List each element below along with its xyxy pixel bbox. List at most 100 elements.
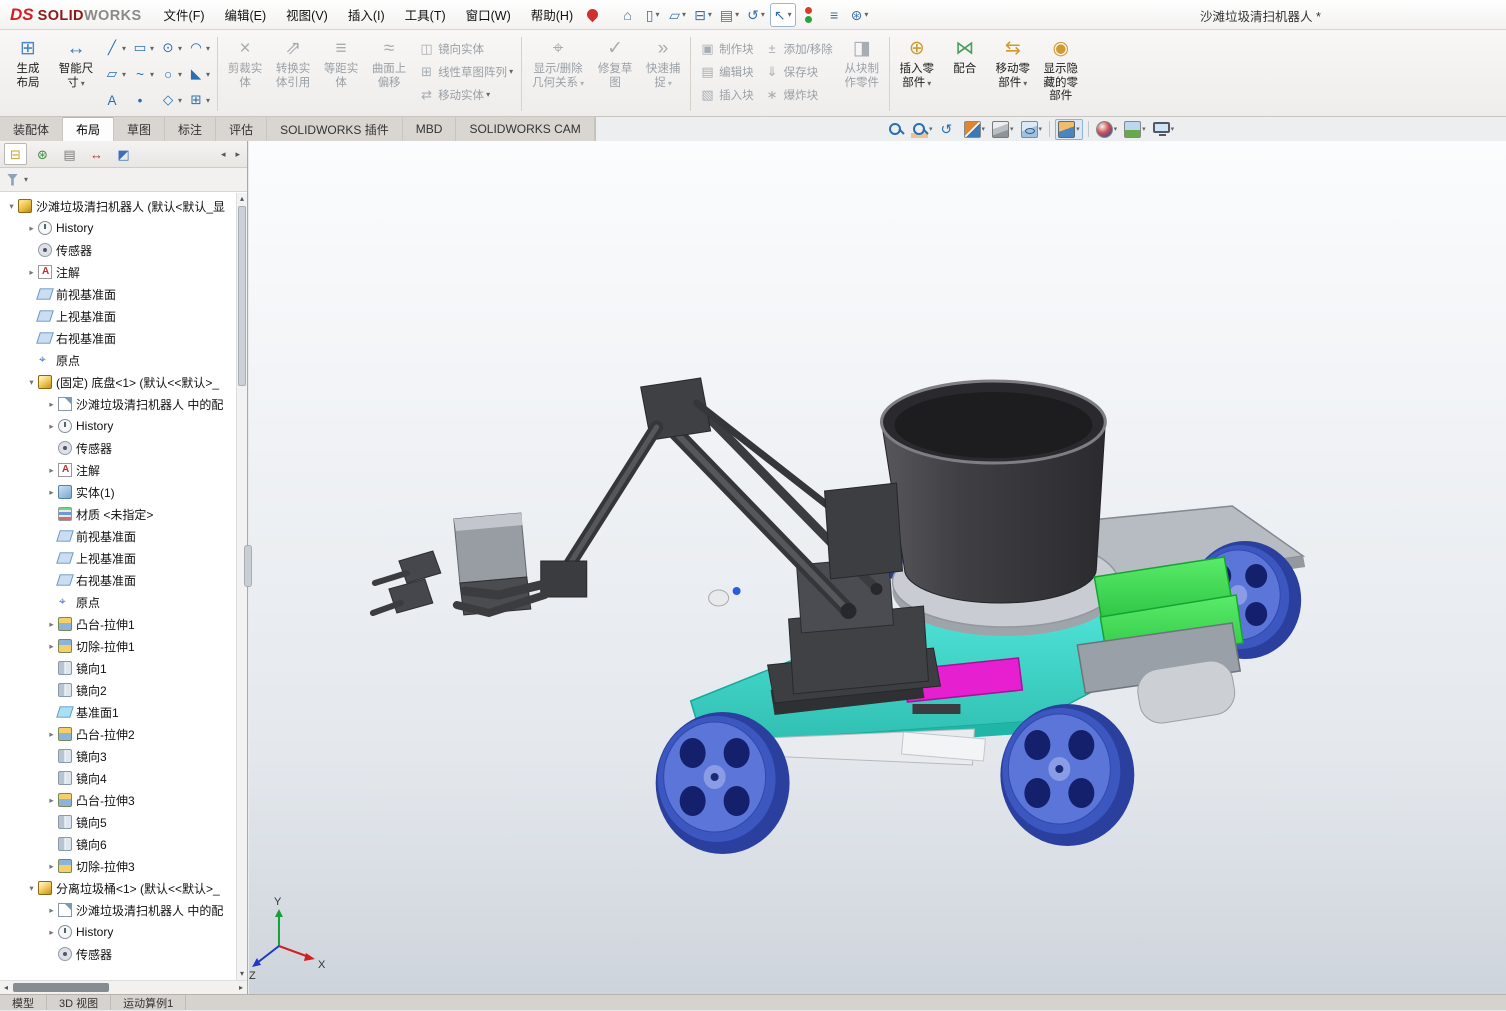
move-entities-button[interactable]: ⇄ 移动实体 ▾ xyxy=(413,83,518,106)
text-tool[interactable]: A xyxy=(102,87,128,113)
scrollbar-thumb[interactable] xyxy=(238,206,246,386)
print-button[interactable]: ▤ ▾ xyxy=(717,3,742,27)
offset-on-surface-button[interactable]: ≈ 曲面上 偏移 xyxy=(365,33,413,115)
previous-view-button[interactable] xyxy=(938,119,959,140)
scroll-left-arrow[interactable]: ◂ xyxy=(0,981,12,995)
tree-item[interactable]: ▸ 切除-拉伸1 xyxy=(0,635,235,657)
fillet-tool[interactable]: ◣ ▾ xyxy=(186,61,212,87)
tree-expander[interactable]: ▸ xyxy=(46,465,57,476)
tree-item[interactable]: 传感器 xyxy=(0,437,235,459)
dropdown-arrow-icon[interactable]: ▾ xyxy=(178,44,182,53)
show-hidden-components-button[interactable]: ◉ 显示隐 藏的零 部件 xyxy=(1037,33,1085,115)
tree-item[interactable]: ▾ 沙滩垃圾清扫机器人 (默认<默认_显 xyxy=(0,195,235,217)
dropdown-arrow-icon[interactable]: ▾ xyxy=(178,70,182,79)
select-tool-button[interactable]: ↖ ▾ xyxy=(770,3,796,27)
configurationmanager-tab[interactable]: ▤ xyxy=(58,143,81,165)
menu-item[interactable]: 帮助(H) xyxy=(521,0,583,29)
tree-item[interactable]: 镜向6 xyxy=(0,833,235,855)
displaymanager-tab[interactable]: ◩ xyxy=(112,143,135,165)
scrollbar-thumb[interactable] xyxy=(13,983,109,992)
wheel-front-left[interactable] xyxy=(656,712,790,854)
tree-item[interactable]: 材质 <未指定> xyxy=(0,503,235,525)
dropdown-arrow-icon[interactable]: ▾ xyxy=(150,70,154,79)
spline-tool[interactable]: ~ ▾ xyxy=(130,61,156,87)
wheel-front-right[interactable] xyxy=(1000,704,1134,846)
tree-expander[interactable]: ▸ xyxy=(46,399,57,410)
rebuild-button[interactable] xyxy=(798,3,821,27)
hide-show-items-button[interactable]: ▾ xyxy=(1019,119,1045,140)
dimxpertmanager-tab[interactable]: ↔ xyxy=(85,143,108,165)
tree-item[interactable]: 前视基准面 xyxy=(0,525,235,547)
line-tool[interactable]: ╱ ▾ xyxy=(102,35,128,61)
menu-item[interactable]: 视图(V) xyxy=(276,0,338,29)
3d-views-tab[interactable]: 3D 视图 xyxy=(47,995,111,1010)
pin-icon[interactable] xyxy=(585,7,601,23)
add-remove-button[interactable]: ± 添加/移除 xyxy=(759,37,838,60)
dropdown-arrow-icon[interactable]: ▾ xyxy=(150,44,154,53)
menu-item[interactable]: 窗口(W) xyxy=(456,0,521,29)
mate-button[interactable]: ⋈ 配合 xyxy=(941,33,989,115)
featuremanager-tab[interactable]: ⊟ xyxy=(4,143,27,165)
tree-item[interactable]: ▸ 凸台-拉伸1 xyxy=(0,613,235,635)
tree-item[interactable]: ▸ 切除-拉伸3 xyxy=(0,855,235,877)
tab-annotation[interactable]: 标注 xyxy=(165,117,216,141)
create-layout-button[interactable]: ⊞ 生成 布局 xyxy=(4,33,52,115)
menu-item[interactable]: 编辑(E) xyxy=(215,0,277,29)
dropdown-arrow-icon[interactable]: ▾ xyxy=(735,10,739,19)
motion-study-tab[interactable]: 运动算例1 xyxy=(111,995,186,1010)
mirror-entities-button[interactable]: ◫ 镜向实体 xyxy=(413,37,518,60)
dropdown-arrow-icon[interactable]: ▾ xyxy=(1142,125,1146,133)
dropdown-arrow-icon[interactable]: ▾ xyxy=(982,125,986,133)
dropdown-arrow-icon[interactable]: ▾ xyxy=(1039,125,1043,133)
dropdown-arrow-icon[interactable]: ▾ xyxy=(206,44,210,53)
tree-item[interactable]: 传感器 xyxy=(0,943,235,965)
zoom-to-fit-button[interactable] xyxy=(885,119,906,140)
dropdown-arrow-icon[interactable]: ▾ xyxy=(1171,125,1175,133)
tree-item[interactable]: ▾ (固定) 底盘<1> (默认<<默认>_ xyxy=(0,371,235,393)
tab-evaluate[interactable]: 评估 xyxy=(216,117,267,141)
tab-addins[interactable]: SOLIDWORKS 插件 xyxy=(267,117,403,141)
view-settings-button[interactable]: ▾ xyxy=(1151,119,1177,140)
repair-sketch-button[interactable]: ✓ 修复草 图 xyxy=(591,33,639,115)
make-block-button[interactable]: ▣ 制作块 xyxy=(694,37,759,60)
tab-sketch[interactable]: 草图 xyxy=(114,117,165,141)
tree-expander[interactable]: ▾ xyxy=(6,201,17,212)
edit-appearance-button[interactable]: ▾ xyxy=(1094,119,1120,140)
circle-tool[interactable]: ⊙ ▾ xyxy=(158,35,184,61)
tree-item[interactable]: 镜向5 xyxy=(0,811,235,833)
view-orientation-button[interactable]: ▾ xyxy=(1055,119,1083,140)
graphics-viewport[interactable]: Y X Z xyxy=(249,141,1506,994)
tree-item[interactable]: ▸ 沙滩垃圾清扫机器人 中的配 xyxy=(0,393,235,415)
tree-expander[interactable]: ▸ xyxy=(46,729,57,740)
tree-item[interactable]: ▸ 注解 xyxy=(0,459,235,481)
plane-tool[interactable]: ◇ ▾ xyxy=(158,87,184,113)
tree-item[interactable]: 镜向1 xyxy=(0,657,235,679)
tree-item[interactable]: 传感器 xyxy=(0,239,235,261)
tree-item[interactable]: 原点 xyxy=(0,349,235,371)
make-part-from-block-button[interactable]: ◨ 从块制 作零件 xyxy=(838,33,886,115)
dropdown-arrow-icon[interactable]: ▾ xyxy=(864,10,868,19)
dropdown-arrow-icon[interactable]: ▾ xyxy=(122,70,126,79)
rectangle-tool[interactable]: ▭ ▾ xyxy=(130,35,156,61)
save-button[interactable]: ⊟ ▾ xyxy=(691,3,715,27)
menu-item[interactable]: 插入(I) xyxy=(338,0,395,29)
quick-snaps-button[interactable]: » 快速捕 捉▾ xyxy=(639,33,687,115)
tree-expander[interactable]: ▸ xyxy=(46,927,57,938)
tree-expander[interactable]: ▸ xyxy=(46,905,57,916)
tree-item[interactable]: ▸ 注解 xyxy=(0,261,235,283)
tree-expander[interactable]: ▾ xyxy=(26,377,37,388)
display-delete-relations-button[interactable]: ⌖ 显示/删除 几何关系▾ xyxy=(525,33,591,115)
tree-item[interactable]: 镜向2 xyxy=(0,679,235,701)
scroll-down-arrow[interactable]: ▾ xyxy=(237,968,247,980)
filter-dropdown-arrow[interactable]: ▾ xyxy=(24,175,28,184)
panel-tabs-scroll-left[interactable]: ◂ xyxy=(218,147,229,162)
tree-item[interactable]: 上视基准面 xyxy=(0,547,235,569)
tree-expander[interactable]: ▸ xyxy=(46,861,57,872)
tree-expander[interactable]: ▸ xyxy=(26,223,37,234)
tree-item[interactable]: ▾ 分离垃圾桶<1> (默认<<默认>_ xyxy=(0,877,235,899)
undo-button[interactable]: ↺ ▾ xyxy=(744,3,768,27)
insert-block-button[interactable]: ▧ 插入块 xyxy=(694,83,759,106)
panel-splitter-handle[interactable] xyxy=(244,545,252,587)
explode-block-button[interactable]: ∗ 爆炸块 xyxy=(759,83,838,106)
smart-dimension-button[interactable]: ↔ 智能尺 寸▾ xyxy=(52,33,100,115)
